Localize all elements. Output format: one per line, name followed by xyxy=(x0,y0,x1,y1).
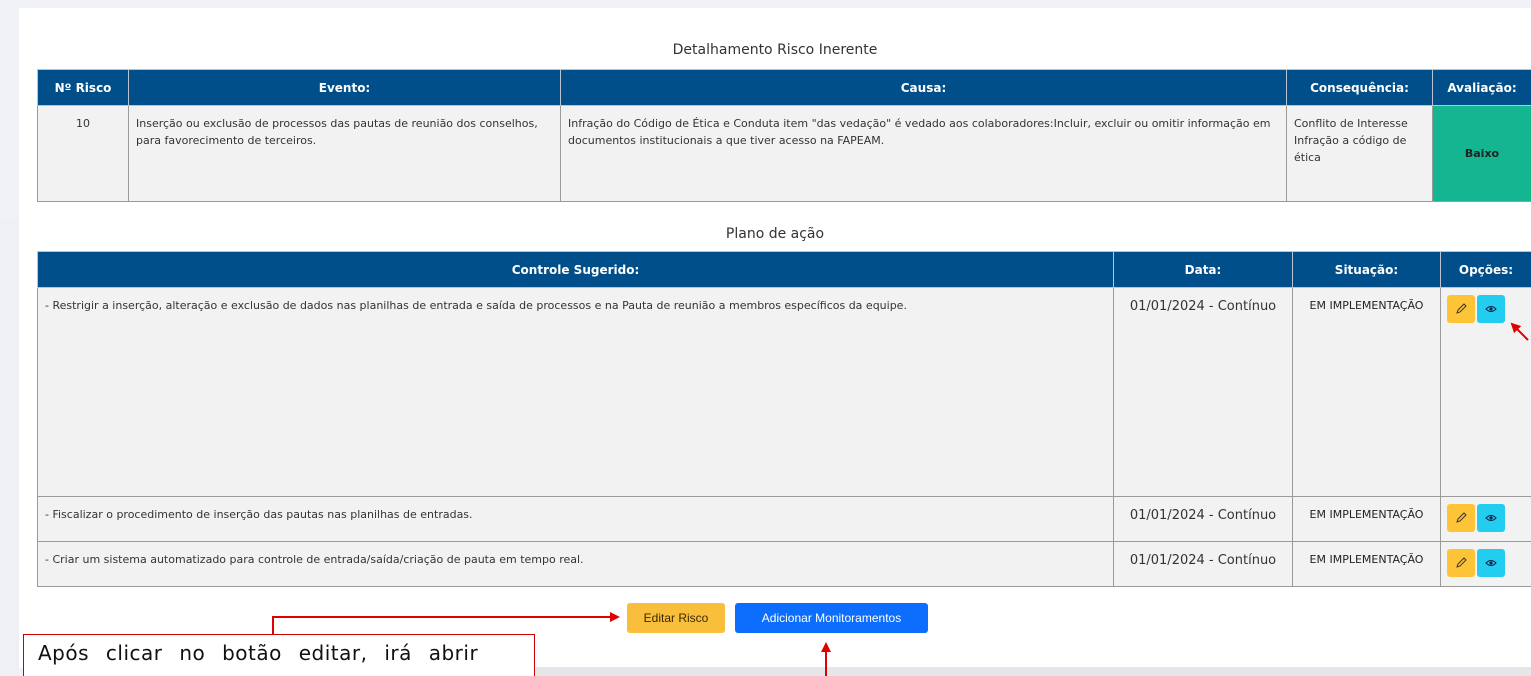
risk-row: 10 Inserção ou exclusão de processos das… xyxy=(37,105,1531,202)
header-avaliacao: Avaliação: xyxy=(1432,69,1531,106)
situacao-text: EM IMPLEMENTAÇÃO xyxy=(1292,287,1441,497)
data-text: 01/01/2024 - Contínuo xyxy=(1113,496,1293,542)
risk-evento: Inserção ou exclusão de processos das pa… xyxy=(128,105,561,202)
risk-avaliacao-badge: Baixo xyxy=(1432,105,1531,202)
header-evento: Evento: xyxy=(128,69,561,106)
eye-icon xyxy=(1485,515,1497,521)
header-situacao: Situação: xyxy=(1292,251,1441,288)
controle-text: - Criar um sistema automatizado para con… xyxy=(37,541,1114,587)
annotation-callout: Após clicar no botão editar, irá abrir xyxy=(23,634,535,676)
eye-icon xyxy=(1485,560,1497,566)
controle-text: - Fiscalizar o procedimento de inserção … xyxy=(37,496,1114,542)
risk-numero: 10 xyxy=(37,105,129,202)
pencil-icon xyxy=(1456,557,1467,568)
edit-button[interactable] xyxy=(1447,295,1475,323)
header-consequencia: Consequência: xyxy=(1286,69,1433,106)
eye-icon xyxy=(1485,306,1497,312)
view-button[interactable] xyxy=(1477,549,1505,577)
risk-table: Nº Risco Evento: Causa: Consequência: Av… xyxy=(37,69,1531,202)
situacao-text: EM IMPLEMENTAÇÃO xyxy=(1292,541,1441,587)
edit-button[interactable] xyxy=(1447,504,1475,532)
header-causa: Causa: xyxy=(560,69,1287,106)
situacao-text: EM IMPLEMENTAÇÃO xyxy=(1292,496,1441,542)
table-row: - Criar um sistema automatizado para con… xyxy=(37,541,1531,587)
plan-table: Controle Sugerido: Data: Situação: Opçõe… xyxy=(37,251,1531,587)
data-text: 01/01/2024 - Contínuo xyxy=(1113,287,1293,497)
view-button[interactable] xyxy=(1477,295,1505,323)
table-row: - Fiscalizar o procedimento de inserção … xyxy=(37,496,1531,542)
editar-risco-button[interactable]: Editar Risco xyxy=(627,603,725,633)
edit-button[interactable] xyxy=(1447,549,1475,577)
pencil-icon xyxy=(1456,303,1467,314)
risk-consequencia: Conflito de Interesse Infração a código … xyxy=(1286,105,1433,202)
risk-causa: Infração do Código de Ética e Conduta it… xyxy=(560,105,1287,202)
footer-strip xyxy=(536,667,1531,676)
table-row: - Restrigir a inserção, alteração e excl… xyxy=(37,287,1531,497)
data-text: 01/01/2024 - Contínuo xyxy=(1113,541,1293,587)
options-cell xyxy=(1440,287,1531,497)
header-controle-sugerido: Controle Sugerido: xyxy=(37,251,1114,288)
header-data: Data: xyxy=(1113,251,1293,288)
view-button[interactable] xyxy=(1477,504,1505,532)
adicionar-monitoramentos-button[interactable]: Adicionar Monitoramentos xyxy=(735,603,928,633)
options-cell xyxy=(1440,496,1531,542)
header-opcoes: Opções: xyxy=(1440,251,1531,288)
header-numero-risco: Nº Risco xyxy=(37,69,129,106)
controle-text: - Restrigir a inserção, alteração e excl… xyxy=(37,287,1114,497)
pencil-icon xyxy=(1456,512,1467,523)
options-cell xyxy=(1440,541,1531,587)
sidebar-edge xyxy=(0,220,19,676)
risk-section-title: Detalhamento Risco Inerente xyxy=(672,42,878,58)
plan-section-title: Plano de ação xyxy=(725,226,825,242)
